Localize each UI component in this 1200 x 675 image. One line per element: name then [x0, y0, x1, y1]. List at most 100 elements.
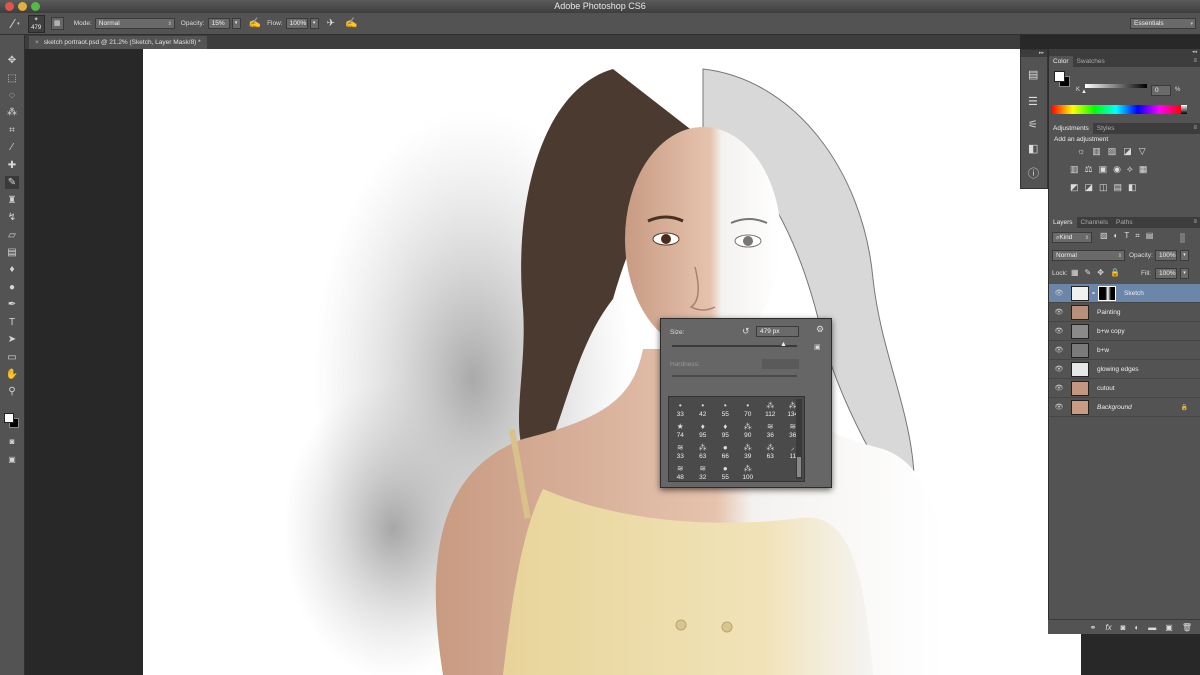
zoom-tool-icon[interactable]: ⚲ [5, 385, 19, 398]
screen-mode-icon[interactable]: ▣ [5, 453, 19, 466]
layer-opacity-input[interactable]: 100% [1155, 250, 1177, 261]
brush-preset[interactable]: ≋ 33 [669, 439, 692, 460]
layer-row[interactable]: 👁 ⚭ Sketch [1049, 284, 1200, 303]
brush-preset[interactable]: • 55 [714, 397, 737, 418]
adjustment-icons-row-2[interactable]: ▥⚖▣◉⟡▦ [1070, 164, 1153, 175]
layer-row[interactable]: 👁 glowing edges [1049, 360, 1200, 379]
lock-icons[interactable]: ▦✎✥🔒 [1071, 268, 1126, 277]
tab-styles[interactable]: Styles [1093, 123, 1119, 134]
delete-layer-icon[interactable]: 🗑 [1182, 623, 1192, 632]
quick-selection-tool-icon[interactable]: ⁂ [5, 106, 19, 119]
brush-preset[interactable]: ♦ 95 [714, 418, 737, 439]
layer-row[interactable]: 👁 Background 🔒 [1049, 398, 1200, 417]
brush-tool-icon[interactable]: ⁄ [12, 16, 14, 31]
tool-preset-dropdown[interactable]: ▾ [17, 21, 20, 27]
size-slider-handle[interactable]: ▲ [780, 341, 787, 348]
fill-dropdown[interactable]: ▾ [1180, 268, 1189, 279]
pressure-size-icon[interactable]: ✍ [345, 18, 357, 29]
adjustment-icons-row-1[interactable]: ☼▥▨◪▽ [1077, 146, 1153, 157]
new-group-icon[interactable]: ▬ [1148, 623, 1156, 632]
tab-paths[interactable]: Paths [1112, 217, 1137, 228]
layer-mask-thumbnail[interactable] [1098, 285, 1117, 301]
visibility-eye-icon[interactable]: 👁 [1053, 346, 1065, 354]
k-value-input[interactable]: 0 [1151, 85, 1171, 96]
history-panel-icon[interactable]: ▤ [1028, 68, 1038, 81]
link-layers-icon[interactable]: ⚭ [1090, 623, 1097, 632]
tab-layers[interactable]: Layers [1049, 217, 1077, 228]
eraser-tool-icon[interactable]: ▱ [5, 229, 19, 242]
layer-row[interactable]: 👁 b+w [1049, 341, 1200, 360]
pressure-opacity-icon[interactable]: ✍ [249, 18, 261, 29]
crop-tool-icon[interactable]: ⌗ [5, 124, 19, 137]
move-tool-icon[interactable]: ✥ [5, 54, 19, 67]
size-slider-track[interactable] [672, 345, 797, 347]
dodge-tool-icon[interactable]: ● [5, 281, 19, 294]
close-window-button[interactable] [5, 2, 14, 11]
brush-preset[interactable]: ⁂ 39 [737, 439, 760, 460]
document-tab[interactable]: × sketch portraot.psd @ 21.2% (Sketch, La… [29, 36, 207, 49]
layer-row[interactable]: 👁 cutout [1049, 379, 1200, 398]
hand-tool-icon[interactable]: ✋ [5, 368, 19, 381]
pen-tool-icon[interactable]: ✒ [5, 298, 19, 311]
document-canvas[interactable] [143, 49, 1081, 675]
brush-tool-icon[interactable]: ✎ [5, 176, 19, 189]
adjustment-layer-icon[interactable]: ◐ [1134, 623, 1139, 632]
minimize-window-button[interactable] [18, 2, 27, 11]
filter-kind-select[interactable]: ⌕Kind ⇕ [1052, 232, 1092, 243]
layer-style-fx-icon[interactable]: fx [1105, 623, 1111, 632]
new-preset-icon[interactable]: ▣ [814, 343, 821, 351]
fill-input[interactable]: 100% [1155, 268, 1177, 279]
path-selection-tool-icon[interactable]: ➤ [5, 333, 19, 346]
size-input[interactable]: 479 px [756, 326, 799, 337]
grayscale-ramp[interactable] [1181, 105, 1187, 114]
visibility-eye-icon[interactable]: 👁 [1053, 308, 1065, 316]
flow-input[interactable]: 100% [285, 18, 308, 29]
gradient-tool-icon[interactable]: ▤ [5, 246, 19, 259]
layer-filter-icons[interactable]: ▨◐T⌗▤ [1100, 231, 1159, 241]
brush-preset[interactable]: ≋ 36 [759, 418, 782, 439]
k-slider-handle[interactable]: ▲ [1081, 89, 1087, 95]
add-mask-icon[interactable]: ◙ [1121, 623, 1126, 632]
brush-preset[interactable]: ≋ 48 [669, 460, 692, 481]
visibility-eye-icon[interactable]: 👁 [1053, 327, 1065, 335]
brush-preset[interactable]: ● 66 [714, 439, 737, 460]
quick-mask-icon[interactable]: ◙ [5, 435, 19, 448]
close-tab-icon[interactable]: × [35, 39, 39, 46]
brush-preset[interactable]: ♦ 95 [692, 418, 715, 439]
visibility-eye-icon[interactable]: 👁 [1053, 403, 1065, 411]
tab-color[interactable]: Color [1049, 56, 1073, 67]
zoom-window-button[interactable] [31, 2, 40, 11]
adjustment-icons-row-3[interactable]: ◩◪◫▤◧ [1070, 182, 1143, 193]
foreground-color-swatch-top[interactable] [4, 413, 14, 423]
visibility-eye-icon[interactable]: 👁 [1053, 289, 1065, 297]
panel-collapse-icon[interactable]: ◂◂ [1049, 49, 1200, 56]
brush-preset[interactable]: ≋ 32 [692, 460, 715, 481]
preset-scrollbar[interactable] [796, 399, 802, 479]
panel-menu-icon[interactable]: ≡ [1193, 123, 1197, 134]
brush-panel-toggle-icon[interactable]: ▦ [50, 17, 64, 30]
new-layer-icon[interactable]: ▣ [1165, 623, 1173, 632]
brush-preset[interactable]: ⁂ 100 [737, 460, 760, 481]
mode-select[interactable]: Normal ⇕ [94, 18, 175, 29]
tab-adjustments[interactable]: Adjustments [1049, 123, 1093, 134]
layer-row[interactable]: 👁 b+w copy [1049, 322, 1200, 341]
preset-scrollbar-thumb[interactable] [797, 457, 801, 477]
blend-mode-select[interactable]: Normal ⇕ [1052, 250, 1125, 261]
foreground-color-chip-top[interactable] [1054, 71, 1065, 82]
brush-presets-panel-icon[interactable]: ⚟ [1028, 118, 1038, 131]
properties-panel-icon[interactable]: ◧ [1028, 142, 1038, 155]
brush-preset[interactable]: • 70 [737, 397, 760, 418]
lasso-tool-icon[interactable]: ◌ [5, 89, 19, 102]
opacity-dropdown[interactable]: ▾ [231, 18, 241, 29]
dock-expand-icon[interactable]: ▸▸ [1021, 50, 1047, 57]
marquee-tool-icon[interactable]: ⬚ [5, 72, 19, 85]
brush-preset[interactable]: ⁂ 63 [692, 439, 715, 460]
brush-preset[interactable]: ⁂ 90 [737, 418, 760, 439]
k-slider[interactable] [1085, 84, 1147, 88]
healing-brush-tool-icon[interactable]: ✚ [5, 159, 19, 172]
layer-opacity-dropdown[interactable]: ▾ [1180, 250, 1189, 261]
tab-swatches[interactable]: Swatches [1073, 56, 1109, 67]
brush-preset[interactable]: • 42 [692, 397, 715, 418]
history-brush-tool-icon[interactable]: ↯ [5, 211, 19, 224]
layer-row[interactable]: 👁 Painting [1049, 303, 1200, 322]
